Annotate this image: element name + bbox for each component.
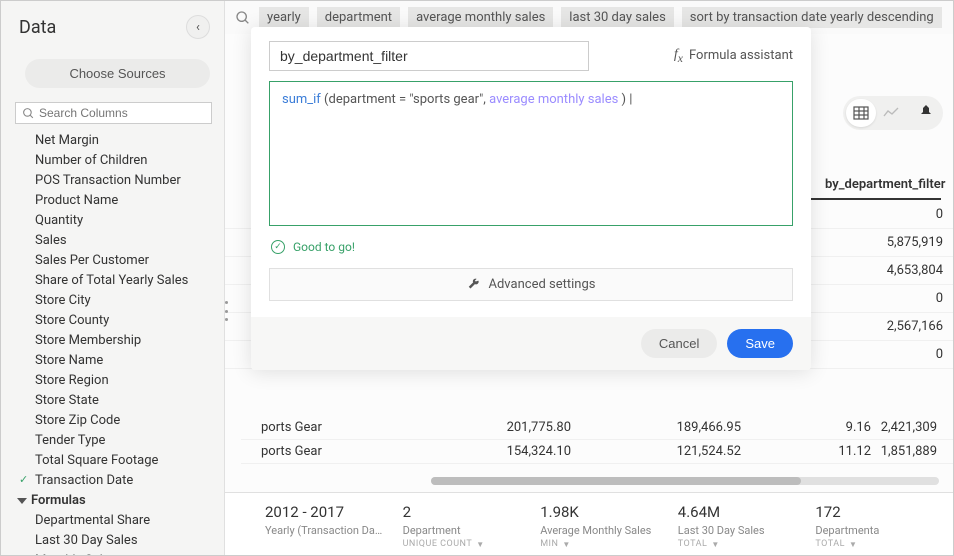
- sidebar-title: Data: [19, 17, 56, 38]
- summary-item[interactable]: 1.98K Average Monthly Sales MIN▼: [540, 503, 658, 549]
- formula-editor[interactable]: sum_if (department = "sports gear", aver…: [269, 81, 793, 226]
- list-item[interactable]: Transaction Date: [11, 470, 224, 490]
- formula-status: ✓ Good to go!: [251, 226, 811, 268]
- chart-icon: [883, 106, 899, 120]
- list-item[interactable]: Product Name: [11, 190, 224, 210]
- list-item[interactable]: Store City: [11, 290, 224, 310]
- list-item[interactable]: POS Transaction Number: [11, 170, 224, 190]
- pin-icon: [919, 105, 933, 121]
- fx-icon: fx: [674, 47, 683, 65]
- search-icon: [235, 10, 251, 26]
- list-item[interactable]: Sales Per Customer: [11, 250, 224, 270]
- resize-handle[interactable]: [225, 301, 233, 321]
- search-pill[interactable]: last 30 day sales: [561, 7, 673, 28]
- table-view-toggle[interactable]: [846, 99, 876, 127]
- search-icon: [22, 107, 35, 120]
- search-columns-input[interactable]: [39, 106, 205, 120]
- choose-sources-button[interactable]: Choose Sources: [25, 59, 210, 88]
- list-item[interactable]: Store State: [11, 390, 224, 410]
- list-item[interactable]: Quantity: [11, 210, 224, 230]
- list-item[interactable]: Departmental Share: [11, 510, 224, 530]
- chevron-down-icon: ▼: [849, 540, 857, 549]
- cancel-button[interactable]: Cancel: [641, 329, 717, 358]
- formula-editor-modal: fx Formula assistant sum_if (department …: [251, 27, 811, 370]
- search-pill[interactable]: department: [317, 7, 400, 28]
- search-columns-box[interactable]: [15, 102, 212, 124]
- column-header[interactable]: by_department_filter: [811, 171, 941, 200]
- summary-item[interactable]: 4.64M Last 30 Day Sales TOTAL▼: [678, 503, 796, 549]
- formula-name-input[interactable]: [269, 41, 589, 71]
- view-toggle-group: [843, 96, 943, 130]
- list-item[interactable]: Tender Type: [11, 430, 224, 450]
- table-row[interactable]: ports Gear 154,324.10 121,524.52 11.12 1…: [241, 440, 953, 464]
- list-item[interactable]: Store Name: [11, 350, 224, 370]
- summary-item[interactable]: 2 Department UNIQUE COUNT▼: [403, 503, 521, 549]
- advanced-settings-button[interactable]: Advanced settings: [269, 268, 793, 301]
- list-item[interactable]: Store Membership: [11, 330, 224, 350]
- save-button[interactable]: Save: [727, 329, 793, 358]
- list-item[interactable]: Store Zip Code: [11, 410, 224, 430]
- list-item[interactable]: Sales: [11, 230, 224, 250]
- summary-item[interactable]: 172 Departmenta TOTAL▼: [815, 503, 933, 549]
- table-row[interactable]: ports Gear 201,775.80 189,466.95 9.16 2,…: [241, 416, 953, 440]
- list-item[interactable]: Net Margin: [11, 130, 224, 150]
- check-circle-icon: ✓: [271, 240, 285, 254]
- search-pill[interactable]: average monthly sales: [408, 7, 553, 28]
- list-item[interactable]: Total Square Footage: [11, 450, 224, 470]
- summary-item[interactable]: 2012 - 2017 Yearly (Transaction Date): [265, 503, 383, 549]
- chart-view-toggle[interactable]: [876, 99, 906, 127]
- wrench-icon: [467, 278, 481, 292]
- pin-button[interactable]: [912, 99, 940, 127]
- chevron-down-icon: ▼: [711, 540, 719, 549]
- list-item[interactable]: Number of Children: [11, 150, 224, 170]
- scrollbar-thumb[interactable]: [431, 477, 801, 485]
- column-list[interactable]: Net Margin Number of Children POS Transa…: [1, 130, 224, 555]
- formula-assistant-link[interactable]: fx Formula assistant: [674, 47, 793, 65]
- collapse-sidebar-button[interactable]: ‹: [186, 15, 210, 39]
- list-item[interactable]: Store Region: [11, 370, 224, 390]
- sidebar: Data ‹ Choose Sources Net Margin Number …: [1, 1, 225, 555]
- horizontal-scrollbar[interactable]: [431, 477, 939, 485]
- list-item[interactable]: Monthly Sales: [11, 550, 224, 555]
- list-item[interactable]: Share of Total Yearly Sales: [11, 270, 224, 290]
- visible-table-rows: ports Gear 201,775.80 189,466.95 9.16 2,…: [241, 416, 953, 464]
- formulas-section-header[interactable]: Formulas: [11, 490, 224, 510]
- list-item[interactable]: Store County: [11, 310, 224, 330]
- chevron-down-icon: ▼: [476, 540, 484, 549]
- chevron-down-icon: ▼: [562, 540, 570, 549]
- table-icon: [853, 106, 869, 120]
- chevron-left-icon: ‹: [196, 20, 200, 35]
- search-pill[interactable]: yearly: [259, 7, 309, 28]
- summary-bar: 2012 - 2017 Yearly (Transaction Date) 2 …: [225, 492, 953, 555]
- list-item[interactable]: Last 30 Day Sales: [11, 530, 224, 550]
- search-pill[interactable]: sort by transaction date yearly descendi…: [682, 7, 942, 28]
